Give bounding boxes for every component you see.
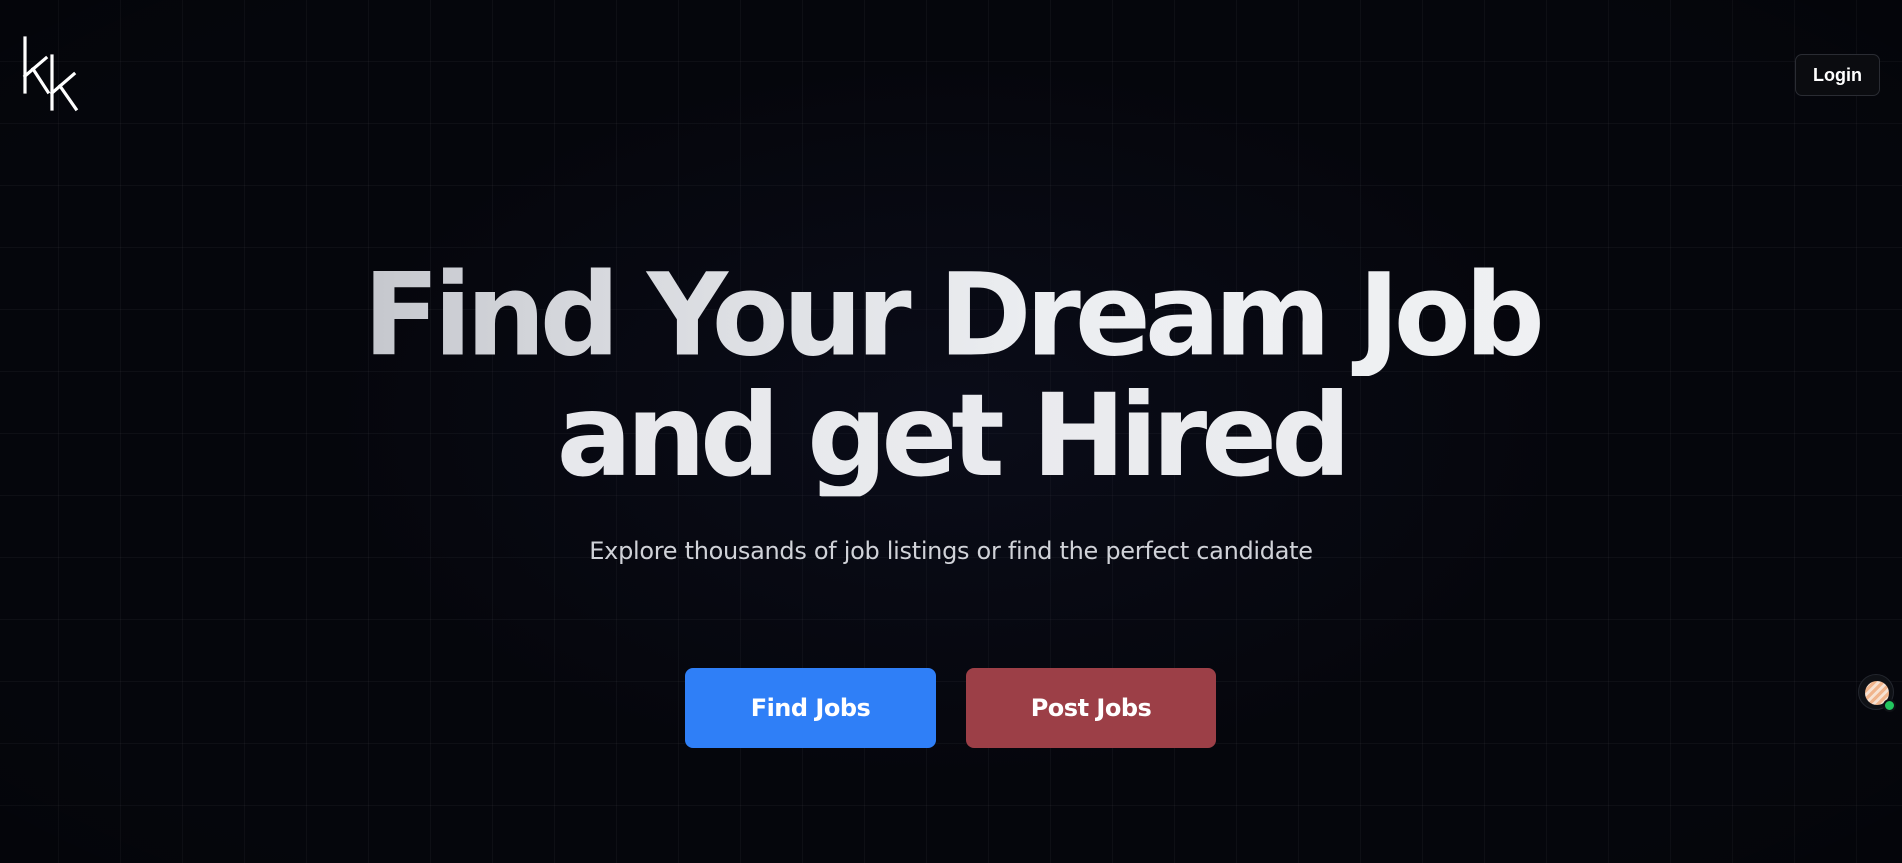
hero-title-line-2: and get Hired: [0, 376, 1902, 496]
login-button[interactable]: Login: [1795, 54, 1880, 96]
online-status-dot: [1883, 699, 1896, 712]
find-jobs-button[interactable]: Find Jobs: [685, 668, 936, 748]
post-jobs-button[interactable]: Post Jobs: [966, 668, 1216, 748]
hero-subtitle: Explore thousands of job listings or fin…: [589, 537, 1313, 565]
hero-title-line-1: Find Your Dream Job: [0, 256, 1902, 376]
hero-title: Find Your Dream Job and get Hired: [0, 256, 1902, 497]
chat-widget-button[interactable]: [1858, 674, 1896, 712]
kk-logo-icon[interactable]: [22, 36, 96, 112]
